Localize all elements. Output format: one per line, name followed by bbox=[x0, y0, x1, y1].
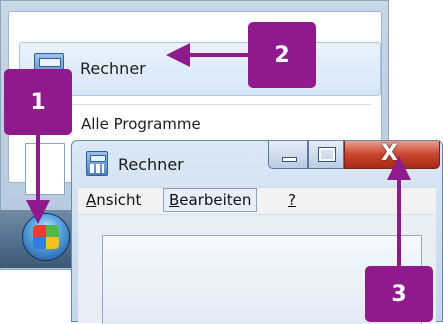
menu-bearbeiten[interactable]: Bearbeiten bbox=[163, 188, 258, 212]
maximize-button[interactable] bbox=[308, 141, 344, 169]
minimize-button[interactable] bbox=[268, 141, 308, 169]
start-menu-item-all-programs[interactable]: Alle Programme bbox=[81, 115, 201, 133]
close-button[interactable]: X bbox=[344, 141, 440, 169]
callout-step-1: 1 bbox=[4, 69, 72, 135]
windows-flag-icon bbox=[33, 225, 59, 249]
start-menu-item-rechner-label: Rechner bbox=[80, 59, 146, 78]
menu-bearbeiten-label: earbeiten bbox=[179, 191, 252, 209]
menu-divider bbox=[31, 104, 371, 105]
callout-step-2: 2 bbox=[248, 22, 316, 88]
menu-ansicht[interactable]: Ansicht bbox=[86, 191, 141, 209]
window-menubar: Ansicht Bearbeiten ? bbox=[78, 187, 436, 214]
close-icon: X bbox=[381, 141, 398, 166]
start-orb-icon[interactable] bbox=[22, 213, 70, 261]
calculator-icon bbox=[86, 151, 108, 176]
window-title: Rechner bbox=[118, 155, 184, 174]
menu-help[interactable]: ? bbox=[288, 191, 296, 209]
callout-step-3: 3 bbox=[365, 266, 433, 322]
start-menu-item-rechner[interactable]: Rechner bbox=[19, 42, 381, 96]
menu-ansicht-accesskey: A bbox=[86, 191, 97, 209]
start-search-input[interactable] bbox=[25, 143, 65, 195]
menu-ansicht-label: nsicht bbox=[96, 191, 142, 209]
menu-bearbeiten-accesskey: B bbox=[169, 191, 180, 209]
